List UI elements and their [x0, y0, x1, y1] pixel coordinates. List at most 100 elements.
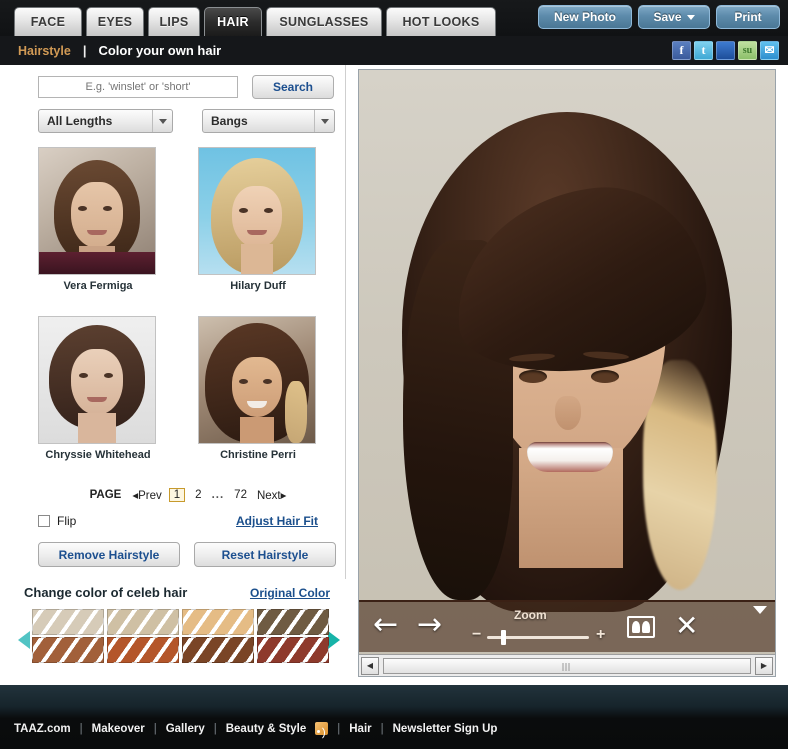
- color-swatch[interactable]: [182, 637, 254, 663]
- hairstyle-thumbnail[interactable]: [38, 147, 156, 275]
- remove-hairstyle-label: Remove Hairstyle: [58, 547, 160, 562]
- color-swatch[interactable]: [107, 609, 179, 635]
- reset-hairstyle-button[interactable]: Reset Hairstyle: [194, 542, 336, 567]
- original-color-link[interactable]: Original Color: [250, 586, 330, 600]
- color-swatch[interactable]: [32, 637, 104, 663]
- hairstyle-thumbnail[interactable]: [38, 316, 156, 444]
- footer-separator: |: [337, 722, 341, 735]
- zoom-out-button[interactable]: −: [472, 626, 481, 644]
- user-photo[interactable]: [359, 70, 775, 676]
- search-button[interactable]: Search: [252, 75, 334, 99]
- footer-links: TAAZ.com | Makeover | Gallery | Beauty &…: [14, 722, 497, 735]
- scrollbar-thumb[interactable]: [383, 657, 751, 674]
- breadcrumb: Hairstyle | Color your own hair f t su ✉: [0, 36, 788, 65]
- footer-link-newsletter[interactable]: Newsletter Sign Up: [393, 723, 498, 735]
- facebook-icon[interactable]: f: [672, 41, 691, 60]
- pagination-next[interactable]: Next▸: [257, 488, 286, 502]
- tab-lips[interactable]: LIPS: [148, 7, 200, 36]
- footer-link-taaz[interactable]: TAAZ.com: [14, 723, 71, 735]
- footer-link-hair[interactable]: Hair: [349, 723, 371, 735]
- hair-color-section: Change color of celeb hair Original Colo…: [14, 579, 346, 677]
- hairstyle-item[interactable]: Chryssie Whitehead: [38, 316, 160, 461]
- remove-hairstyle-button[interactable]: Remove Hairstyle: [38, 542, 180, 567]
- stumbleupon-icon[interactable]: su: [738, 41, 757, 60]
- zoom-label: Zoom: [514, 608, 547, 622]
- pagination-last-page[interactable]: 72: [231, 489, 250, 501]
- pagination-page-1[interactable]: 1: [168, 488, 186, 502]
- tab-hair-label: HAIR: [217, 15, 249, 29]
- collapse-toolbar-icon[interactable]: [753, 606, 767, 614]
- length-filter-value: All Lengths: [47, 114, 113, 128]
- twitter-icon[interactable]: t: [694, 41, 713, 60]
- portrait-nose: [555, 396, 581, 430]
- app-header: FACE EYES LIPS HAIR SUNGLASSES HOT LOOKS…: [0, 0, 788, 65]
- breadcrumb-separator: |: [82, 43, 87, 58]
- color-swatch[interactable]: [182, 609, 254, 635]
- viewer-horizontal-scrollbar[interactable]: ◀ ▶: [359, 654, 775, 676]
- bangs-filter-select[interactable]: Bangs: [202, 109, 335, 133]
- tab-eyes-label: EYES: [97, 15, 133, 29]
- bangs-filter-value: Bangs: [211, 114, 248, 128]
- flip-checkbox-row[interactable]: Flip: [38, 514, 76, 528]
- breadcrumb-section-link[interactable]: Hairstyle: [18, 44, 71, 58]
- zoom-slider[interactable]: [487, 630, 589, 645]
- color-swatch[interactable]: [257, 609, 329, 635]
- color-swatch[interactable]: [32, 609, 104, 635]
- myspace-icon[interactable]: [716, 41, 735, 60]
- pagination-page-2[interactable]: 2: [192, 489, 204, 501]
- person-glyph: [632, 621, 640, 633]
- pagination: PAGE ◂Prev 1 2 ... 72 Next▸: [38, 485, 338, 505]
- hairstyle-item[interactable]: Hilary Duff: [198, 147, 320, 292]
- color-prev-arrow-icon[interactable]: [18, 631, 30, 649]
- hairstyle-name: Christine Perri: [220, 449, 296, 461]
- tab-sunglasses[interactable]: SUNGLASSES: [266, 7, 382, 36]
- print-button[interactable]: Print: [716, 5, 780, 29]
- compare-icon[interactable]: [627, 616, 655, 638]
- scroll-right-button[interactable]: ▶: [755, 656, 773, 675]
- search-button-label: Search: [272, 80, 314, 94]
- portrait-eye-right: [591, 370, 619, 383]
- hairstyle-name: Chryssie Whitehead: [45, 449, 151, 461]
- back-arrow-icon[interactable]: ←: [373, 610, 398, 640]
- footer-separator: |: [79, 722, 83, 735]
- hairstyle-thumbnail-grid: Vera Fermiga Hilary Duff Chryssie Whiteh…: [38, 147, 338, 479]
- flip-checkbox[interactable]: [38, 515, 50, 527]
- portrait-eye-left: [519, 370, 547, 383]
- tab-hot-looks[interactable]: HOT LOOKS: [386, 7, 496, 36]
- color-swatch[interactable]: [107, 637, 179, 663]
- footer-link-makeover[interactable]: Makeover: [92, 723, 145, 735]
- hairstyle-thumbnail[interactable]: [198, 147, 316, 275]
- hairstyle-item[interactable]: Christine Perri: [198, 316, 320, 461]
- tab-hair[interactable]: HAIR: [204, 7, 262, 36]
- pagination-ellipsis: ...: [211, 489, 225, 501]
- adjust-hair-fit-link[interactable]: Adjust Hair Fit: [236, 514, 318, 528]
- color-swatch[interactable]: [257, 637, 329, 663]
- save-button[interactable]: Save: [638, 5, 710, 29]
- new-photo-button[interactable]: New Photo: [538, 5, 632, 29]
- zoom-slider-handle[interactable]: [501, 630, 506, 645]
- footer-link-beauty-style[interactable]: Beauty & Style: [226, 723, 307, 735]
- length-filter-select[interactable]: All Lengths: [38, 109, 173, 133]
- tab-eyes[interactable]: EYES: [86, 7, 144, 36]
- rss-icon[interactable]: [315, 722, 329, 735]
- email-icon[interactable]: ✉: [760, 41, 779, 60]
- close-icon[interactable]: ✕: [675, 612, 698, 640]
- tab-face-label: FACE: [30, 15, 66, 29]
- hairstyle-item[interactable]: Vera Fermiga: [38, 147, 160, 292]
- footer-separator: |: [380, 722, 384, 735]
- portrait-mouth: [527, 442, 613, 472]
- chevron-down-icon: [686, 14, 695, 20]
- forward-arrow-icon[interactable]: →: [417, 610, 442, 640]
- footer-link-gallery[interactable]: Gallery: [166, 723, 205, 735]
- search-input[interactable]: [38, 76, 238, 98]
- hairstyle-thumbnail[interactable]: [198, 316, 316, 444]
- page-title: Color your own hair: [98, 43, 222, 58]
- scroll-left-button[interactable]: ◀: [361, 656, 379, 675]
- color-next-arrow-icon[interactable]: [328, 631, 340, 649]
- flip-label: Flip: [57, 514, 77, 528]
- chevron-down-icon: [314, 110, 334, 132]
- zoom-in-button[interactable]: +: [596, 626, 605, 644]
- pagination-prev[interactable]: ◂Prev: [132, 488, 161, 502]
- tab-face[interactable]: FACE: [14, 7, 82, 36]
- photo-viewer[interactable]: ← → Zoom − + ✕ ◀ ▶: [358, 69, 776, 677]
